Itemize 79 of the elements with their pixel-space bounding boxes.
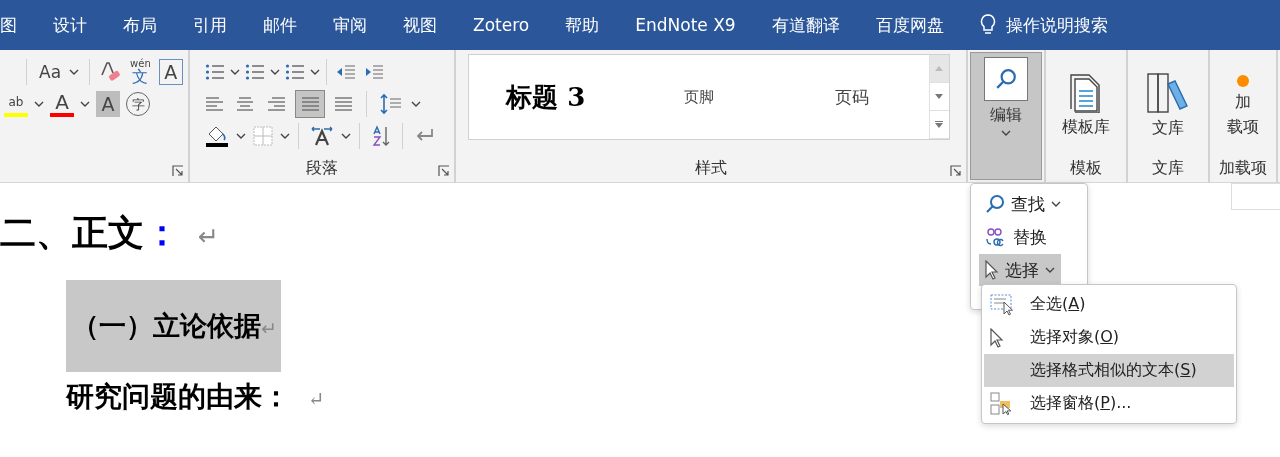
ribbon-button[interactable]: 模板库 bbox=[1056, 67, 1116, 139]
font-color-button[interactable]: A bbox=[50, 91, 74, 117]
group-label: 段落 bbox=[306, 157, 338, 179]
align-icon bbox=[205, 96, 224, 112]
caret-icon bbox=[69, 69, 80, 75]
align-icon bbox=[334, 96, 353, 112]
dialog-launcher-icon[interactable] bbox=[950, 165, 962, 177]
menu-item[interactable]: 查找 bbox=[979, 188, 1067, 220]
character-border-button[interactable]: A bbox=[158, 59, 183, 85]
document-icon bbox=[1069, 73, 1103, 114]
ribbon-tab[interactable]: Zotero bbox=[455, 15, 548, 35]
ribbon-tab[interactable]: 审阅 bbox=[315, 13, 385, 37]
caret-icon bbox=[236, 133, 246, 139]
pointer-icon bbox=[985, 260, 999, 280]
ribbon-tab[interactable]: 帮助 bbox=[547, 13, 618, 37]
align-icon bbox=[236, 96, 255, 112]
ribbon-tab[interactable]: 设计 bbox=[35, 13, 105, 37]
menu-item[interactable]: 选择窗格(P)... bbox=[984, 387, 1234, 420]
menu-item[interactable]: 全选(A) bbox=[984, 288, 1234, 321]
document-paragraph: （一）立论依据↵ bbox=[66, 280, 281, 372]
paint-bucket-icon bbox=[205, 124, 229, 148]
books-icon bbox=[1146, 72, 1190, 115]
caret-icon bbox=[280, 133, 290, 139]
document-paragraph: 二、正文： ↵ bbox=[0, 211, 220, 255]
caret-icon bbox=[310, 69, 320, 75]
group-label: 样式 bbox=[695, 157, 727, 179]
down-arrow-icon bbox=[935, 94, 944, 99]
text-direction-icon bbox=[310, 125, 334, 147]
ribbon-button[interactable]: 加 载项 bbox=[1221, 67, 1265, 139]
borders-icon bbox=[253, 126, 273, 146]
caret-icon bbox=[1001, 130, 1011, 136]
group-label: 文库 bbox=[1152, 157, 1184, 179]
character-shading-button[interactable]: A bbox=[96, 91, 120, 117]
ribbon-tab[interactable]: 引用 bbox=[175, 13, 245, 37]
caret-icon bbox=[34, 101, 44, 107]
caret-icon bbox=[80, 101, 90, 107]
clear-formatting-icon[interactable] bbox=[100, 61, 123, 83]
search-icon bbox=[985, 194, 1005, 214]
ribbon-tab[interactable]: 邮件 bbox=[245, 13, 315, 37]
menu-item[interactable]: 选择对象(O) bbox=[984, 321, 1234, 354]
dot-icon bbox=[1236, 73, 1250, 88]
menu-item[interactable]: 替换 bbox=[979, 221, 1053, 253]
up-arrow-icon bbox=[935, 66, 944, 71]
select-all-icon bbox=[990, 293, 1016, 316]
ribbon-button[interactable]: 文库 bbox=[1140, 66, 1196, 140]
edit-button[interactable]: 编辑 bbox=[970, 52, 1042, 180]
selection-pane-icon bbox=[990, 391, 1014, 416]
menu-item[interactable]: 选择 bbox=[979, 254, 1061, 286]
line-spacing-icon bbox=[380, 93, 402, 115]
ribbon-tab[interactable]: 有道翻译 bbox=[753, 13, 858, 37]
ribbon-tab[interactable]: 视图 bbox=[385, 13, 455, 37]
group-label: 模板 bbox=[1070, 157, 1102, 179]
ribbon-tab[interactable]: EndNote X9 bbox=[617, 15, 754, 35]
ribbon-tab[interactable]: 布局 bbox=[105, 13, 175, 37]
highlight-color-button[interactable]: ab bbox=[4, 91, 28, 117]
sort-icon bbox=[371, 125, 391, 147]
pointer-icon bbox=[990, 327, 1004, 348]
dialog-launcher-icon[interactable] bbox=[172, 165, 184, 177]
caret-icon bbox=[230, 69, 240, 75]
dialog-launcher-icon[interactable] bbox=[438, 165, 450, 177]
menu-item[interactable]: 选择格式相似的文本(S) bbox=[984, 354, 1234, 387]
justify-icon bbox=[300, 96, 320, 112]
lightbulb-icon bbox=[979, 14, 996, 36]
phonetic-guide-button[interactable]: wén 文 bbox=[128, 59, 153, 85]
tell-me-search[interactable]: 操作说明搜索 bbox=[961, 13, 1108, 37]
caret-icon bbox=[411, 101, 421, 107]
outdent-icon bbox=[336, 64, 356, 80]
ribbon-tab[interactable]: 图 bbox=[0, 13, 35, 37]
caret-icon bbox=[270, 69, 280, 75]
ribbon-tab[interactable]: 百度网盘 bbox=[857, 13, 962, 37]
group-label: 加载项 bbox=[1219, 157, 1267, 179]
indent-icon bbox=[364, 64, 384, 80]
change-case-button[interactable]: Aa bbox=[37, 59, 64, 85]
document-paragraph: 研究问题的由来： ↵ bbox=[66, 379, 325, 415]
search-icon bbox=[995, 68, 1017, 90]
align-icon bbox=[267, 96, 286, 112]
caret-icon bbox=[341, 133, 351, 139]
bullets-icon bbox=[205, 63, 225, 81]
expand-icon bbox=[935, 121, 944, 128]
